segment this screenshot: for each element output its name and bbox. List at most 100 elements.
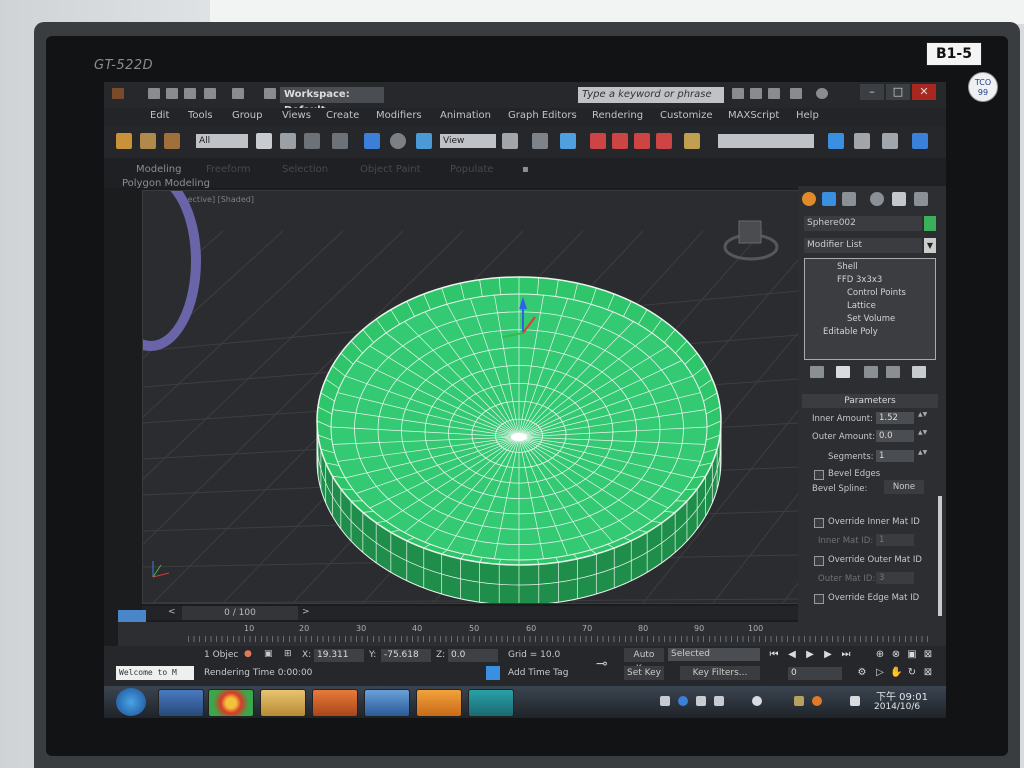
time-slider-thumb[interactable]: 0 / 100 [182,606,298,620]
menu-tools[interactable]: Tools [188,110,213,121]
y-coordinate-field[interactable]: -75.618 [381,649,431,662]
maximize-viewport-icon[interactable]: ⊠ [922,649,934,661]
stack-item-lattice[interactable]: Lattice [847,301,876,311]
absolute-mode-icon[interactable]: ⊞ [284,649,292,659]
tray-help-icon[interactable] [678,696,688,706]
tray-shield-icon[interactable] [752,696,762,706]
x-coordinate-field[interactable]: 19.311 [314,649,364,662]
inner-amount-field[interactable]: 1.52 [876,412,914,424]
override-inner-checkbox[interactable] [814,518,824,528]
pivot-center-icon[interactable] [502,133,518,149]
parameters-rollout-header[interactable]: Parameters [802,394,938,408]
ie-app-icon[interactable] [416,689,462,717]
menu-create[interactable]: Create [326,110,359,121]
menu-rendering[interactable]: Rendering [592,110,643,121]
redo-icon[interactable] [232,88,244,99]
time-config-icon[interactable]: ⚙ [856,667,868,679]
link-icon[interactable] [116,133,132,149]
menu-views[interactable]: Views [282,110,311,121]
menu-modifiers[interactable]: Modifiers [376,110,422,121]
utilities-tab-icon[interactable] [914,192,928,206]
remove-modifier-icon[interactable] [886,366,900,378]
maximize-button[interactable]: □ [886,84,910,100]
keyboard-shortcut-icon[interactable] [560,133,576,149]
tab-object-paint[interactable]: Object Paint [360,164,421,175]
speaker-icon[interactable] [714,696,724,706]
tab-freeform[interactable]: Freeform [206,164,251,175]
zoom-all-icon[interactable]: ⊗ [890,649,902,661]
minimize-button[interactable]: – [860,84,884,100]
rotate-icon[interactable] [390,133,406,149]
tray-update-icon[interactable] [812,696,822,706]
isolate-icon[interactable]: ● [244,649,252,659]
create-tab-icon[interactable] [802,192,816,206]
spinner-icon[interactable]: ▲▼ [918,450,927,462]
pin-stack-icon[interactable] [810,366,824,378]
percent-snap-icon[interactable] [634,133,650,149]
object-color-swatch[interactable] [924,216,936,231]
project-folder-icon[interactable] [264,88,276,99]
spinner-icon[interactable]: ▲▼ [918,412,927,424]
show-end-result-icon[interactable] [836,366,850,378]
manipulate-icon[interactable] [532,133,548,149]
command-panel-scrollbar[interactable] [938,496,942,616]
key-icon[interactable]: ⊸ [596,656,608,672]
shell-dish-mesh[interactable] [316,276,722,603]
mirror-icon[interactable] [828,133,844,149]
select-object-icon[interactable] [256,133,272,149]
new-file-icon[interactable] [148,88,160,99]
clock-time[interactable]: 下午 09:01 [876,688,928,703]
bevel-edges-checkbox[interactable] [814,470,824,480]
tab-modeling[interactable]: Modeling [136,164,182,175]
menu-group[interactable]: Group [232,110,262,121]
chrome-icon[interactable] [208,689,254,717]
tray-keyboard-icon[interactable] [660,696,670,706]
spinner-snap-icon[interactable] [656,133,672,149]
help-icon[interactable] [816,88,828,99]
viewcube[interactable] [723,220,779,261]
undo-icon[interactable] [204,88,216,99]
reference-coord-dropdown[interactable]: View [440,134,496,148]
auto-key-button[interactable]: Auto Key [624,648,664,674]
stack-item-control-points[interactable]: Control Points [847,288,906,298]
tab-selection[interactable]: Selection [282,164,328,175]
named-selection-dropdown[interactable] [718,134,814,148]
override-outer-checkbox[interactable] [814,556,824,566]
ribbon-options-icon[interactable]: ▪ [522,164,529,175]
internet-explorer-icon[interactable] [158,689,204,717]
stack-item-set-volume[interactable]: Set Volume [847,314,895,324]
outer-amount-field[interactable]: 0.0 [876,430,914,442]
menu-animation[interactable]: Animation [440,110,491,121]
pan-icon[interactable]: ✋ [890,667,902,679]
graphite-toggle-icon[interactable] [912,133,928,149]
save-icon[interactable] [184,88,196,99]
bevel-spline-button[interactable]: None [884,480,924,494]
tray-app-icon[interactable] [794,696,804,706]
lock-selection-icon[interactable]: ▣ [264,649,273,659]
field-of-view-icon[interactable]: ▷ [874,667,886,679]
segments-field[interactable]: 1 [876,450,914,462]
layer-manager-icon[interactable] [882,133,898,149]
menu-maxscript[interactable]: MAXScript [728,110,779,121]
stack-item-editable-poly[interactable]: Editable Poly [823,327,878,337]
key-filters-button[interactable]: Key Filters... [680,666,760,680]
menu-edit[interactable]: Edit [150,110,169,121]
stack-item-ffd[interactable]: FFD 3x3x3 [837,275,882,285]
viewport-canvas[interactable] [143,191,799,603]
file-explorer-icon[interactable] [260,689,306,717]
modifier-stack[interactable]: Shell FFD 3x3x3 Control Points Lattice S… [804,258,936,360]
current-frame-field[interactable]: 0 [788,667,842,680]
go-to-start-icon[interactable]: ⏮ [768,649,780,661]
play-icon[interactable]: ▶ [804,649,816,661]
zoom-icon[interactable]: ⊕ [874,649,886,661]
align-icon[interactable] [854,133,870,149]
media-player-icon[interactable] [312,689,358,717]
time-next-icon[interactable]: > [302,607,310,617]
modify-tab-icon[interactable] [822,192,836,206]
angle-snap-icon[interactable] [612,133,628,149]
window-crossing-icon[interactable] [332,133,348,149]
stack-item-shell[interactable]: Shell [837,262,858,272]
start-button-icon[interactable] [116,688,146,716]
set-key-button[interactable]: Set Key [624,666,664,680]
workspace-dropdown[interactable]: Workspace: Default [280,87,384,116]
